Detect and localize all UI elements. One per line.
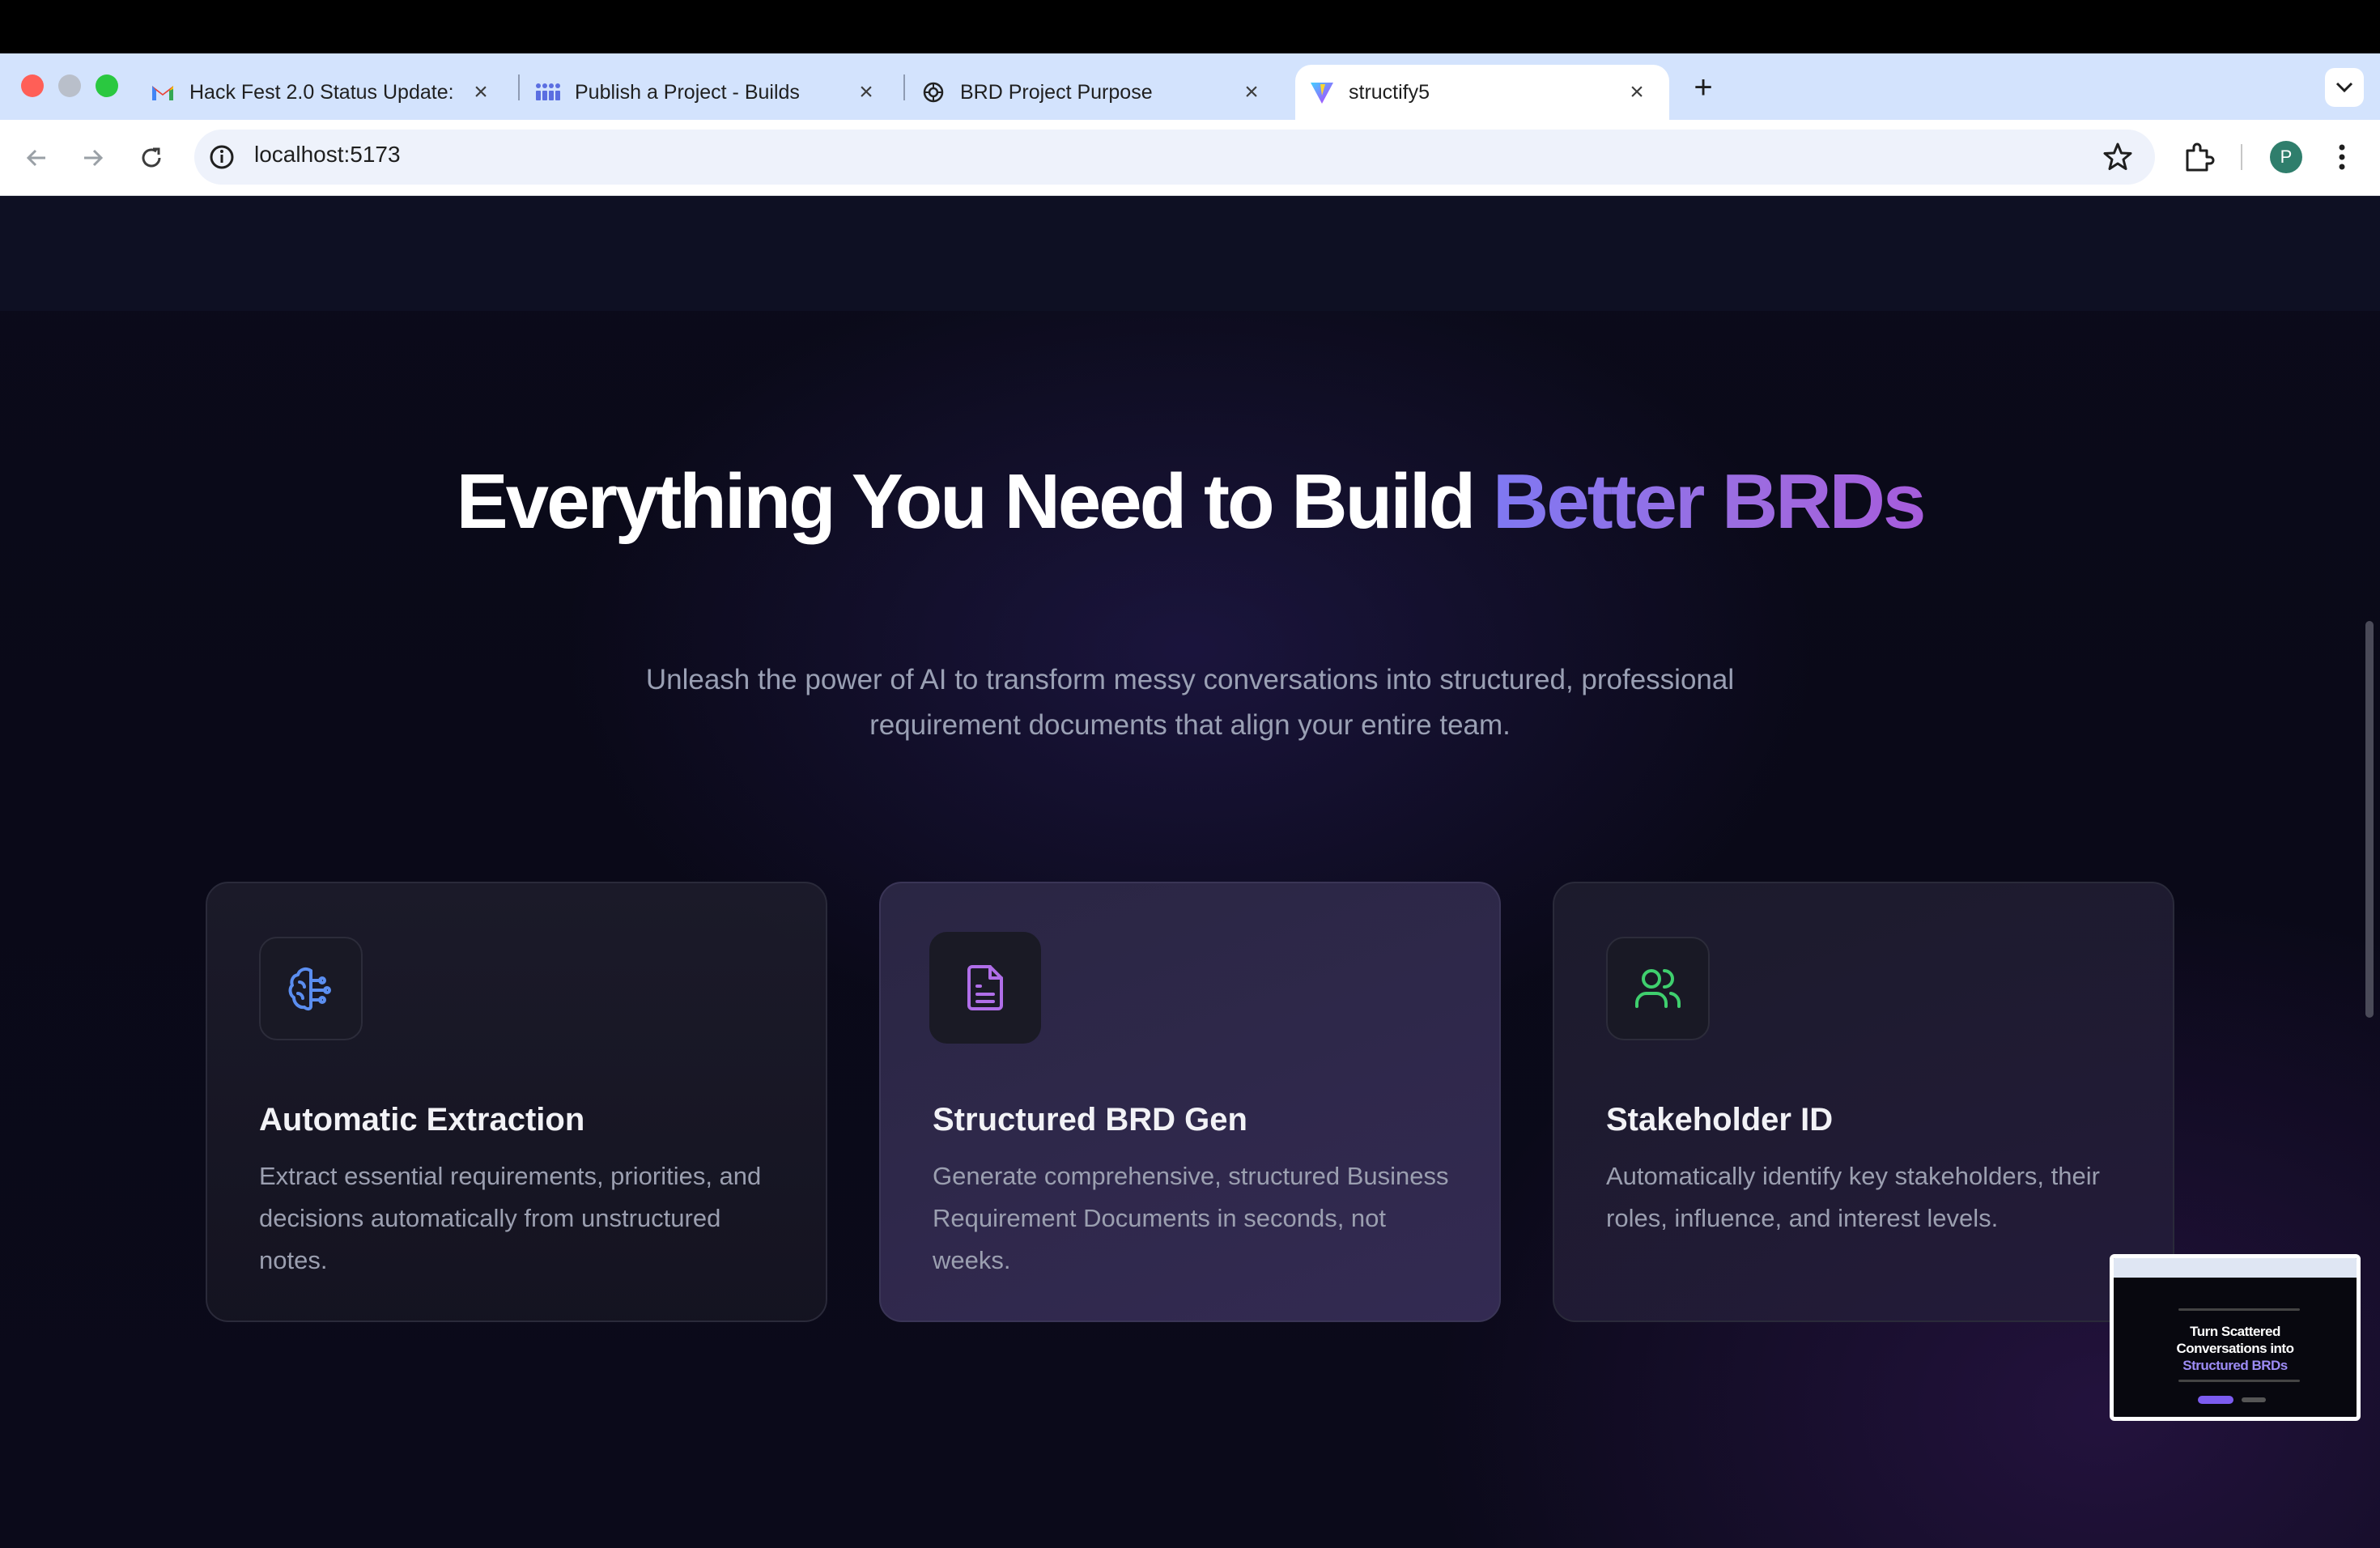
- window-maximize-button[interactable]: [96, 74, 118, 97]
- tab-structify[interactable]: structify5 ×: [1295, 65, 1669, 120]
- previous-section-edge: [0, 196, 2380, 311]
- feature-card-stakeholder-id[interactable]: Stakeholder ID Automatically identify ke…: [1553, 882, 2174, 1322]
- pip-title-line1: Turn Scattered: [2190, 1324, 2280, 1339]
- pip-decoration: [2178, 1380, 2300, 1382]
- pip-hero-title: Turn Scattered Conversations into Struct…: [2114, 1323, 2357, 1374]
- bookmark-star-icon[interactable]: [2100, 139, 2136, 175]
- pip-secondary-button: [2242, 1397, 2266, 1402]
- picture-in-picture-preview[interactable]: Turn Scattered Conversations into Struct…: [2110, 1254, 2361, 1421]
- new-tab-button[interactable]: +: [1685, 70, 1721, 105]
- users-icon: [1635, 969, 1681, 1008]
- feature-icon-box: [1606, 937, 1710, 1040]
- feature-title: Automatic Extraction: [259, 1102, 585, 1138]
- feature-title: Structured BRD Gen: [933, 1102, 1247, 1138]
- reload-button[interactable]: [131, 138, 172, 178]
- tab-title: BRD Project Purpose: [960, 80, 1153, 104]
- address-bar[interactable]: [194, 130, 2155, 185]
- close-icon[interactable]: ×: [1235, 76, 1268, 108]
- tab-separator: [518, 74, 520, 100]
- tab-separator: [903, 74, 905, 100]
- features-heading: Everything You Need to Build Better BRDs: [380, 463, 2000, 541]
- pip-title-line2: Conversations into: [2176, 1341, 2294, 1356]
- back-button[interactable]: [16, 138, 57, 178]
- feature-card-automatic-extraction[interactable]: Automatic Extraction Extract essential r…: [206, 882, 827, 1322]
- heading-main: Everything You Need to Build: [456, 458, 1493, 545]
- page-scrollbar[interactable]: [2365, 621, 2374, 1018]
- builds-icon: [534, 79, 562, 106]
- tab-title: Hack Fest 2.0 Status Update:: [189, 80, 454, 104]
- tab-title: structify5: [1349, 80, 1430, 104]
- chevron-down-icon: [2335, 82, 2353, 93]
- feature-description: Automatically identify key stakeholders,…: [1606, 1162, 2100, 1232]
- tab-search-button[interactable]: [2325, 68, 2364, 107]
- url-text[interactable]: localhost:5173: [254, 142, 401, 168]
- feature-title: Stakeholder ID: [1606, 1102, 1834, 1138]
- pip-cta-button: [2198, 1396, 2233, 1404]
- close-icon[interactable]: ×: [465, 76, 497, 108]
- tab-title: Publish a Project - Builds: [575, 80, 800, 104]
- feature-description: Extract essential requirements, prioriti…: [259, 1162, 762, 1274]
- close-icon[interactable]: ×: [1621, 76, 1653, 108]
- window-close-button[interactable]: [21, 74, 44, 97]
- reload-icon: [142, 147, 161, 168]
- heading-accent: Better BRDs: [1492, 458, 1926, 545]
- pip-browser-bar: [2114, 1258, 2357, 1278]
- arrow-right-icon: [84, 149, 104, 167]
- extensions-icon[interactable]: [2181, 139, 2216, 175]
- gmail-icon: [149, 79, 176, 106]
- close-icon[interactable]: ×: [850, 76, 882, 108]
- feature-description: Generate comprehensive, structured Busin…: [933, 1162, 1449, 1274]
- menu-bar-area: [0, 0, 2380, 53]
- window-minimize-button[interactable]: [58, 74, 81, 97]
- feature-icon-box: [929, 932, 1041, 1044]
- features-subheading: Unleash the power of AI to transform mes…: [645, 664, 1735, 741]
- arrow-left-icon: [26, 149, 45, 167]
- pip-title-accent: Structured BRDs: [2182, 1358, 2288, 1373]
- info-icon[interactable]: [207, 142, 236, 172]
- page-viewport: Everything You Need to Build Better BRDs…: [0, 196, 2380, 1548]
- tab-builds[interactable]: Publish a Project - Builds ×: [534, 65, 899, 120]
- pip-decoration: [2178, 1308, 2300, 1311]
- tab-brd-purpose[interactable]: BRD Project Purpose ×: [920, 65, 1284, 120]
- tab-gmail[interactable]: Hack Fest 2.0 Status Update: ×: [149, 65, 513, 120]
- more-menu-icon[interactable]: [2330, 139, 2354, 175]
- document-icon: [967, 965, 1003, 1010]
- feature-icon-box: [259, 937, 363, 1040]
- brain-icon: [288, 967, 331, 1011]
- profile-avatar[interactable]: P: [2270, 141, 2302, 173]
- vite-icon: [1308, 79, 1336, 106]
- feature-card-structured-brd-gen[interactable]: Structured BRD Gen Generate comprehensiv…: [879, 882, 1501, 1322]
- openai-icon: [920, 79, 947, 106]
- toolbar-divider: [2241, 144, 2242, 170]
- forward-button[interactable]: [73, 138, 113, 178]
